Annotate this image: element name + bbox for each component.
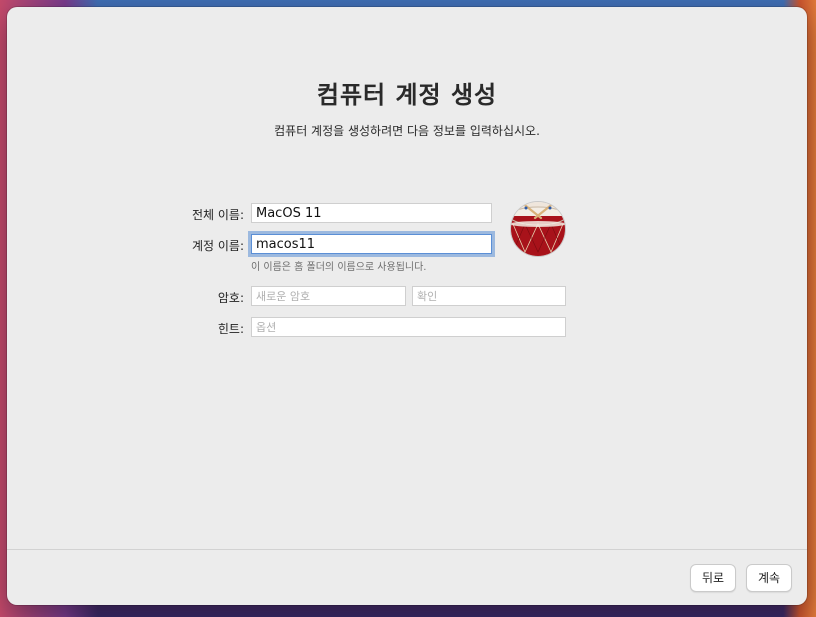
drum-icon	[511, 202, 565, 256]
page-subtitle: 컴퓨터 계정을 생성하려면 다음 정보를 입력하십시오.	[274, 124, 540, 138]
account-name-label: 계정 이름:	[191, 239, 244, 253]
full-name-field[interactable]	[251, 203, 492, 223]
user-picture[interactable]	[511, 202, 565, 256]
back-button[interactable]: 뒤로	[690, 564, 736, 592]
page-title: 컴퓨터 계정 생성	[316, 81, 498, 109]
verify-password-field[interactable]	[412, 286, 566, 306]
continue-button[interactable]: 계속	[746, 564, 792, 592]
account-name-hint: 이 이름은 홈 폴더의 이름으로 사용됩니다.	[251, 262, 427, 273]
password-hint-field[interactable]	[251, 317, 566, 337]
password-label: 암호:	[217, 291, 244, 305]
account-name-field[interactable]	[251, 234, 492, 254]
footer-divider	[7, 549, 807, 550]
password-field[interactable]	[251, 286, 406, 306]
full-name-label: 전체 이름:	[191, 208, 244, 222]
setup-assistant-window: 컴퓨터 계정 생성 컴퓨터 계정을 생성하려면 다음 정보를 입력하십시오. 전…	[7, 7, 807, 605]
hint-label: 힌트:	[217, 322, 244, 336]
